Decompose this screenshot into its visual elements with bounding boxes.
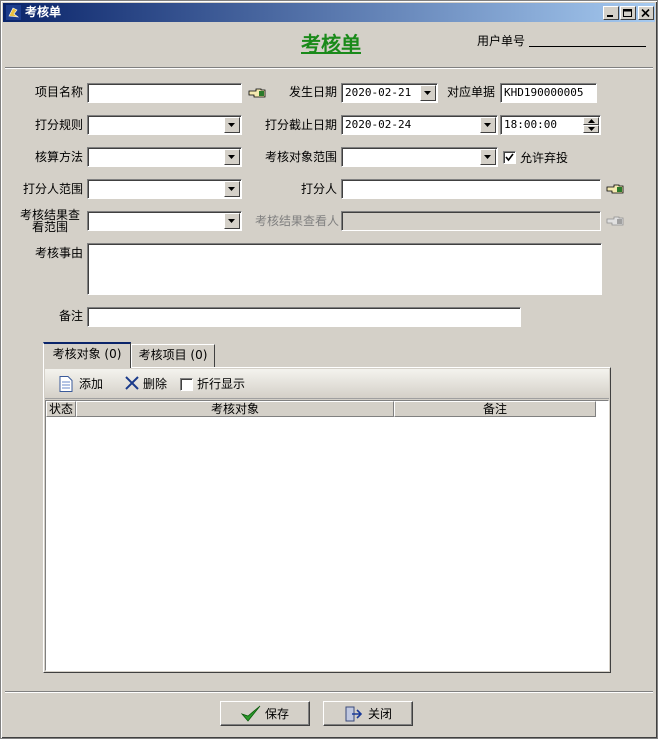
checkmark-icon [505,153,514,162]
column-header-remark[interactable]: 备注 [394,401,596,417]
close-window-button[interactable] [638,6,654,20]
occur-date-field[interactable]: 2020-02-21 [341,83,438,103]
occur-date-label: 发生日期 [288,85,337,99]
reason-textarea[interactable] [87,243,602,295]
project-picker-hand-icon[interactable] [248,87,266,99]
calc-method-label: 核算方法 [34,150,83,164]
scorer-scope-label: 打分人范围 [22,182,83,196]
spin-down-button[interactable] [583,125,599,133]
exit-door-icon [345,706,362,722]
result-view-scope-label: 考核结果查看范围 [19,208,80,234]
grid-toolbar: 添加 删除 折行显示 [45,369,609,399]
target-scope-label: 考核对象范围 [264,150,337,164]
ref-doc-label: 对应单据 [446,85,495,99]
delete-button[interactable]: 删除 [125,375,173,393]
ref-doc-input[interactable]: KHD190000005 [500,83,597,103]
calc-method-select[interactable] [87,147,242,167]
remark-input[interactable] [87,307,521,327]
user-no-underline [529,46,646,47]
score-deadline-label: 打分截止日期 [264,118,337,132]
scorer-input[interactable] [341,179,601,199]
form-title: 考核单 [301,32,361,56]
score-deadline-dropdown-button[interactable] [480,117,496,133]
checkmark-save-icon [241,705,261,722]
minimize-button[interactable] [603,6,619,20]
delete-x-icon [125,376,139,390]
occur-date-value: 2020-02-21 [345,86,412,99]
score-rule-select[interactable] [87,115,242,135]
score-deadline-date-value: 2020-02-24 [345,118,412,131]
calc-method-dropdown-button[interactable] [224,149,240,165]
score-rule-label: 打分规则 [34,118,83,132]
remark-label: 备注 [58,309,83,323]
reason-label: 考核事由 [34,246,83,260]
result-viewer-input [341,211,601,231]
scorer-scope-select[interactable] [87,179,242,199]
chevron-down-icon [484,155,491,159]
project-name-label: 项目名称 [34,85,83,99]
column-header-target[interactable]: 考核对象 [76,401,394,417]
add-button[interactable]: 添加 [59,375,107,393]
tab-panel: 添加 删除 折行显示 状态 考核对象 备注 [43,367,611,673]
targets-grid[interactable]: 状态 考核对象 备注 [45,400,609,671]
target-scope-dropdown-button[interactable] [480,149,496,165]
occur-date-dropdown-button[interactable] [420,85,436,101]
close-button[interactable]: 关闭 [323,701,413,726]
chevron-down-icon [228,219,235,223]
score-rule-dropdown-button[interactable] [224,117,240,133]
target-scope-select[interactable] [341,147,498,167]
title-bar[interactable]: 考核单 [3,3,655,22]
spin-up-button[interactable] [583,117,599,125]
maximize-icon [623,9,632,17]
chevron-up-icon [588,119,595,123]
scorer-scope-dropdown-button[interactable] [224,181,240,197]
footer-divider [5,691,653,693]
result-viewer-label: 考核结果查看人 [254,214,339,228]
chevron-down-icon [228,155,235,159]
document-add-icon [59,376,73,392]
chevron-down-icon [588,127,595,131]
allow-abstain-checkbox[interactable] [503,151,516,164]
tab-assessment-items[interactable]: 考核项目 (0) [131,344,215,368]
allow-abstain-label[interactable]: 允许弃投 [520,151,568,165]
window-title: 考核单 [25,5,62,19]
header-divider [5,67,653,69]
app-window: 考核单 考核单 用户单号 项目名称 发生日期 2020-02-21 对应单据 K… [0,0,658,739]
maximize-button[interactable] [620,6,636,20]
result-viewer-picker-hand-icon [606,216,624,226]
time-spinner[interactable] [583,117,599,133]
column-header-status[interactable]: 状态 [46,401,76,417]
user-no-label: 用户单号 [477,34,526,48]
tab-assessment-targets[interactable]: 考核对象 (0) [43,342,131,368]
grid-header: 状态 考核对象 备注 [46,401,596,417]
app-logo-icon [6,5,21,20]
project-name-input[interactable] [87,83,242,103]
minimize-icon [607,15,613,17]
chevron-down-icon [228,123,235,127]
wrap-display-checkbox[interactable] [180,378,193,391]
save-button[interactable]: 保存 [220,701,310,726]
score-deadline-time-value: 18:00:00 [504,118,557,131]
chevron-down-icon [424,91,431,95]
chevron-down-icon [484,123,491,127]
scorer-picker-hand-icon[interactable] [606,183,624,195]
result-view-scope-select[interactable] [87,211,242,231]
score-deadline-time-field[interactable]: 18:00:00 [500,115,601,135]
result-view-scope-dropdown-button[interactable] [224,213,240,229]
score-deadline-date-field[interactable]: 2020-02-24 [341,115,498,135]
scorer-label: 打分人 [300,182,337,196]
close-icon [641,9,650,18]
chevron-down-icon [228,187,235,191]
